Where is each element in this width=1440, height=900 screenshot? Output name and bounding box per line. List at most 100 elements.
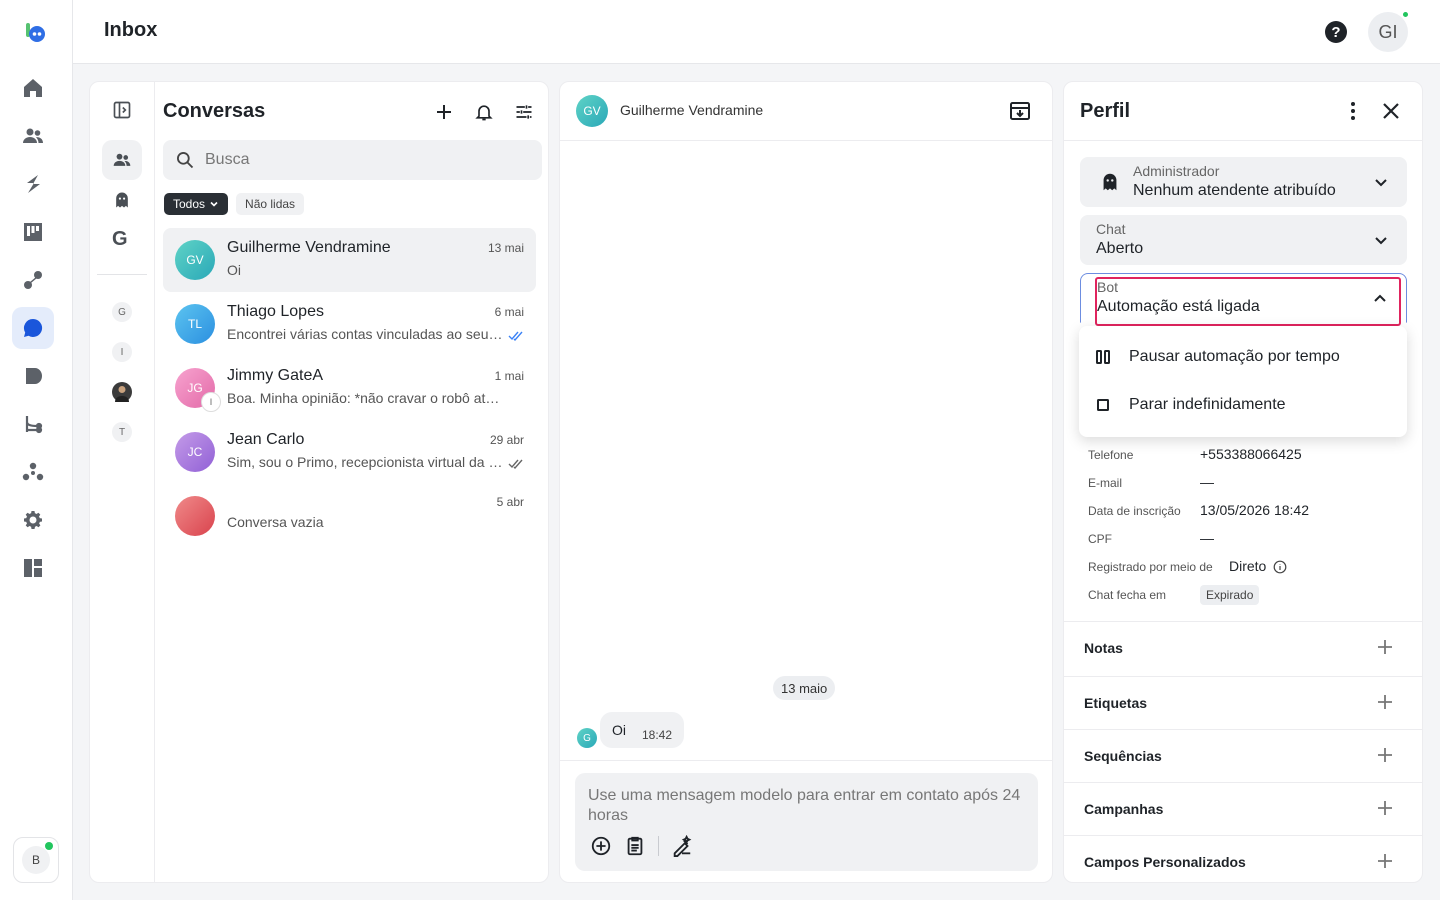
menu-item-label: Parar indefinidamente <box>1129 396 1286 413</box>
app-logo[interactable] <box>24 20 48 44</box>
chat-contact-avatar[interactable]: GV <box>576 95 608 127</box>
registered-via-value: Direto <box>1229 558 1267 574</box>
conversation-list: Conversas Todos Não lidas GV Gui <box>155 82 548 882</box>
help-icon[interactable]: ? <box>1325 21 1347 43</box>
message-composer[interactable]: Use uma mensagem modelo para entrar em c… <box>575 773 1038 871</box>
conversation-search[interactable] <box>163 140 542 180</box>
google-inbox-icon[interactable]: G <box>112 228 128 251</box>
signup-date-label: Data de inscrição <box>1088 504 1181 518</box>
menu-item-stop-indefinitely[interactable]: Parar indefinidamente <box>1079 382 1407 428</box>
main-nav: B <box>0 0 73 900</box>
nav-contacts-icon[interactable] <box>12 115 54 157</box>
nav-settings-icon[interactable] <box>12 499 54 541</box>
nav-play-icon[interactable] <box>12 355 54 397</box>
date-separator: 13 maio <box>773 676 836 700</box>
ghost-inbox-icon[interactable] <box>102 180 142 220</box>
assignee-value: Nenhum atendente atribuído <box>1133 182 1336 199</box>
assignee-select[interactable]: Administrador Nenhum atendente atribuído <box>1080 157 1407 207</box>
top-bar: Inbox ? GI <box>73 0 1440 64</box>
contact-avatar: GV <box>175 240 215 280</box>
plus-icon[interactable] <box>1376 852 1394 870</box>
template-clipboard-icon[interactable] <box>624 835 646 857</box>
plus-icon[interactable] <box>1376 638 1394 656</box>
add-attachment-icon[interactable] <box>590 835 612 857</box>
nav-chat-icon[interactable] <box>12 307 54 349</box>
conversation-item[interactable]: TL Thiago Lopes 6 mai Encontrei várias c… <box>163 292 536 356</box>
menu-item-pause-automation[interactable]: Pausar automação por tempo <box>1079 334 1407 380</box>
rail-divider <box>97 274 147 275</box>
nav-board-icon[interactable] <box>12 211 54 253</box>
nav-branches-icon[interactable] <box>12 403 54 445</box>
contact-avatar <box>175 496 215 536</box>
more-vertical-icon[interactable] <box>1341 99 1365 123</box>
inbox-t[interactable]: T <box>112 422 132 442</box>
inbox-rail: G G I T <box>90 82 155 882</box>
bot-label: Bot <box>1097 279 1119 295</box>
email-label: E-mail <box>1088 476 1123 490</box>
section-custom-fields[interactable]: Campos Personalizados <box>1064 835 1422 882</box>
contact-name: Jimmy GateA <box>227 367 324 384</box>
assignee-label: Administrador <box>1133 163 1220 179</box>
conversation-item[interactable]: GV Guilherme Vendramine 13 mai Oi <box>163 228 536 292</box>
collapse-sidebar-icon[interactable] <box>102 90 142 130</box>
email-value[interactable]: — <box>1200 474 1214 490</box>
chat-closes-label: Chat fecha em <box>1088 588 1167 602</box>
contact-avatar: JC <box>175 432 215 472</box>
inbox-photo-avatar[interactable] <box>112 382 132 402</box>
chevron-down-icon <box>210 201 218 207</box>
page-title: Inbox <box>104 19 158 41</box>
cpf-value[interactable]: — <box>1200 530 1214 546</box>
workspace-switcher[interactable]: B <box>13 837 59 883</box>
section-title: Notas <box>1084 640 1123 656</box>
nav-zap-icon[interactable] <box>12 163 54 205</box>
user-avatar[interactable]: GI <box>1368 10 1410 52</box>
section-notes[interactable]: Notas <box>1064 621 1422 674</box>
filter-all-dropdown[interactable]: Todos <box>164 193 229 215</box>
archive-icon[interactable] <box>1008 99 1032 123</box>
message-bubble[interactable]: Oi 18:42 <box>600 712 685 748</box>
chevron-down-icon <box>1375 237 1387 245</box>
section-title: Campos Personalizados <box>1084 854 1246 870</box>
new-conversation-icon[interactable] <box>432 100 456 124</box>
plus-icon[interactable] <box>1376 799 1394 817</box>
filter-sliders-icon[interactable] <box>512 100 536 124</box>
nav-flow-icon[interactable] <box>12 259 54 301</box>
search-input[interactable] <box>205 151 505 169</box>
nav-network-icon[interactable] <box>12 451 54 493</box>
user-avatar-initials: GI <box>1378 21 1398 42</box>
chat-panel: GV Guilherme Vendramine 13 maio G Oi 18:… <box>559 81 1053 883</box>
inbox-badge: I <box>201 392 221 412</box>
plus-icon[interactable] <box>1376 693 1394 711</box>
conversation-item[interactable]: 5 abr Conversa vazia <box>163 484 536 548</box>
section-campaigns[interactable]: Campanhas <box>1064 782 1422 835</box>
message-preview: Sim, sou o Primo, recepcionista virtual … <box>227 454 503 470</box>
inbox-i[interactable]: I <box>112 342 132 362</box>
pause-icon <box>1096 350 1110 364</box>
filter-unread[interactable]: Não lidas <box>236 193 305 215</box>
online-indicator <box>45 842 53 850</box>
section-title: Etiquetas <box>1084 695 1148 711</box>
conversation-item[interactable]: JC Jean Carlo 29 abr Sim, sou o Primo, r… <box>163 420 536 484</box>
team-inbox-icon[interactable] <box>102 140 142 180</box>
chat-status-select[interactable]: Chat Aberto <box>1080 215 1407 265</box>
ai-edit-icon[interactable] <box>671 835 693 857</box>
info-icon[interactable] <box>1273 560 1287 574</box>
bot-select[interactable]: Bot Automação está ligada <box>1080 273 1407 323</box>
message-preview: Encontrei várias contas vinculadas ao se… <box>227 326 503 342</box>
chevron-down-icon <box>1375 179 1387 187</box>
nav-home-icon[interactable] <box>12 67 54 109</box>
conversation-actions <box>432 100 536 124</box>
chat-closes-badge: Expirado <box>1200 585 1260 605</box>
section-tags[interactable]: Etiquetas <box>1064 676 1422 729</box>
bell-icon[interactable] <box>472 100 496 124</box>
contact-name: Guilherme Vendramine <box>227 239 391 256</box>
chat-contact-name[interactable]: Guilherme Vendramine <box>620 102 763 118</box>
chat-status-value: Aberto <box>1096 240 1144 257</box>
close-icon[interactable] <box>1379 99 1403 123</box>
section-sequences[interactable]: Sequências <box>1064 729 1422 782</box>
phone-value[interactable]: +553388066425 <box>1200 446 1302 462</box>
inbox-g[interactable]: G <box>112 302 132 322</box>
plus-icon[interactable] <box>1376 746 1394 764</box>
nav-dashboard-icon[interactable] <box>12 547 54 589</box>
conversation-item[interactable]: JG I Jimmy GateA 1 mai Boa. Minha opiniã… <box>163 356 536 420</box>
